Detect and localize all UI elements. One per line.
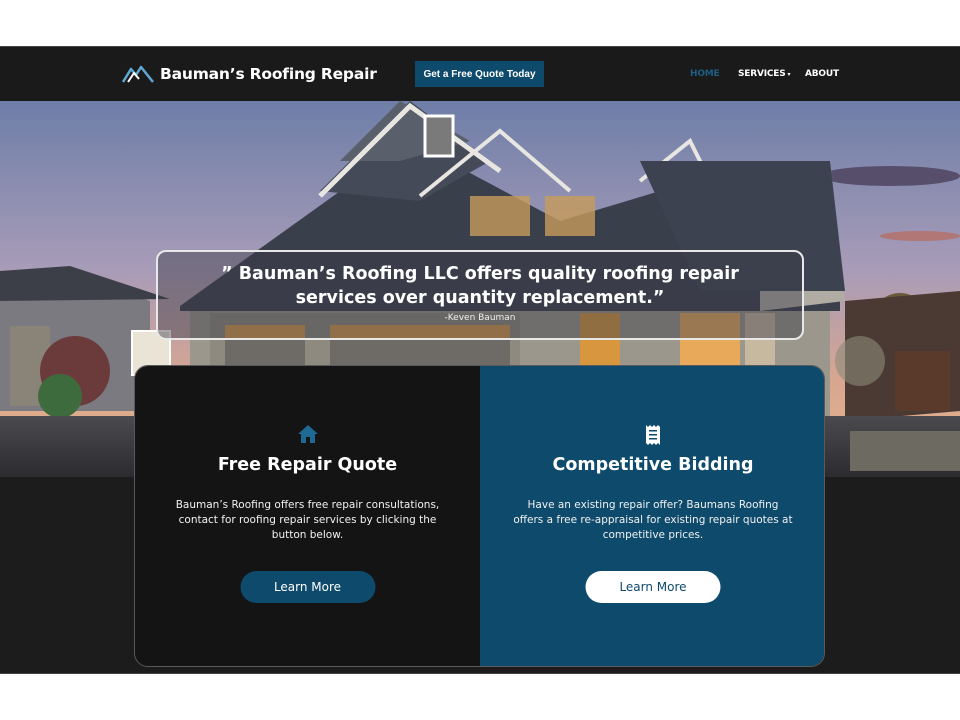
learn-more-button[interactable]: Learn More <box>240 571 375 603</box>
services-cards: Free Repair Quote Bauman’s Roofing offer… <box>134 365 825 667</box>
site-header: Bauman’s Roofing Repair Get a Free Quote… <box>0 47 960 101</box>
nav-about-link[interactable]: ABOUT <box>805 69 839 79</box>
brand-name: Bauman’s Roofing Repair <box>160 65 377 83</box>
brand-logo[interactable]: Bauman’s Roofing Repair <box>122 64 377 84</box>
quote-author: -Keven Bauman <box>444 313 516 323</box>
nav-services-link[interactable]: SERVICES ▾ <box>738 69 791 79</box>
receipt-icon <box>646 425 660 445</box>
page-frame: Bauman’s Roofing Repair Get a Free Quote… <box>0 46 960 674</box>
nav-services-label: SERVICES <box>738 69 786 79</box>
free-repair-quote-card: Free Repair Quote Bauman’s Roofing offer… <box>135 366 480 666</box>
chevron-down-icon: ▾ <box>787 71 791 78</box>
competitive-bidding-card: Competitive Bidding Have an existing rep… <box>480 366 824 666</box>
card-title: Free Repair Quote <box>217 455 398 475</box>
card-description: Bauman’s Roofing offers free repair cons… <box>175 499 440 541</box>
free-quote-button[interactable]: Get a Free Quote Today <box>415 61 544 87</box>
home-icon <box>297 425 318 443</box>
quote-line-1: ” Bauman’s Roofing LLC offers quality ro… <box>221 264 739 284</box>
learn-more-button[interactable]: Learn More <box>585 571 721 603</box>
card-description: Have an existing repair offer? Baumans R… <box>513 499 793 541</box>
mountain-logo-icon <box>122 65 154 83</box>
quote-line-2: services over quantity replacement.” <box>295 288 665 308</box>
nav-home-link[interactable]: HOME <box>690 69 720 79</box>
testimonial-quote-box: ” Bauman’s Roofing LLC offers quality ro… <box>156 250 804 340</box>
card-title: Competitive Bidding <box>552 455 754 475</box>
